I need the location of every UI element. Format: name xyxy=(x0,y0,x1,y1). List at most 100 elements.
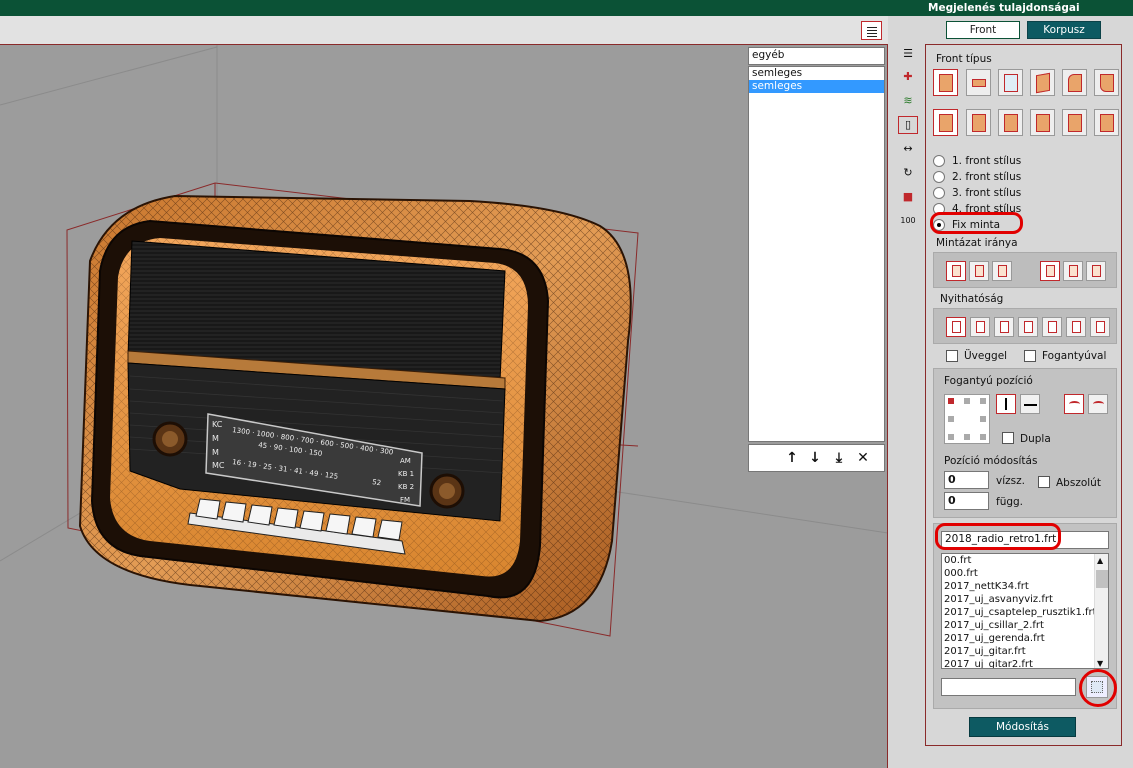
openability-group xyxy=(933,308,1117,344)
open-double[interactable] xyxy=(1018,317,1038,337)
front-type-curved[interactable] xyxy=(1062,69,1087,96)
material-list-header[interactable]: egyéb xyxy=(748,47,885,65)
width-icon[interactable]: ↔ xyxy=(898,140,918,158)
front-type-plain[interactable] xyxy=(933,69,958,96)
list-item[interactable]: 2017_uj_asvanyviz.frt xyxy=(942,593,1108,606)
layers-icon[interactable]: ≋ xyxy=(898,92,918,110)
list-item[interactable]: 2017_nettK34.frt xyxy=(942,580,1108,593)
pattern-direction-group xyxy=(933,252,1117,288)
handle-horizontal-icon[interactable] xyxy=(1020,394,1040,414)
list-item[interactable]: 2017_uj_gitar.frt xyxy=(942,645,1108,658)
open-left[interactable] xyxy=(970,317,990,337)
handle-checkbox[interactable] xyxy=(1024,350,1036,362)
scrollbar-thumb[interactable] xyxy=(1096,570,1108,588)
list-item[interactable]: 2017_uj_csaptelep_rusztik1.frt xyxy=(942,606,1108,619)
tree-list-icon[interactable]: ☰ xyxy=(898,45,918,63)
rotate-icon[interactable]: ↻ xyxy=(898,164,918,182)
handle-vertical-icon[interactable] xyxy=(996,394,1016,414)
absolute-label: Abszolút xyxy=(1056,477,1101,489)
list-item[interactable]: 2017_uj_gerenda.frt xyxy=(942,632,1108,645)
list-item[interactable]: 2017_uj_csillar_2.frt xyxy=(942,619,1108,632)
list-item[interactable]: semleges xyxy=(749,67,884,80)
move-bottom-icon[interactable]: ⤓ xyxy=(829,449,849,467)
position-edit-label: Pozíció módosítás xyxy=(944,455,1038,467)
window-title: Megjelenés tulajdonságai xyxy=(928,2,1080,14)
list-item[interactable]: 000.frt xyxy=(942,567,1108,580)
list-buttons: ↑ ↓ ⤓ ✕ xyxy=(748,444,885,472)
list-item[interactable]: 00.frt xyxy=(942,554,1108,567)
list-menu-icon[interactable] xyxy=(861,21,882,40)
move-down-icon[interactable]: ↓ xyxy=(805,449,825,467)
vertical-offset-input[interactable]: 0 xyxy=(944,492,989,510)
open-flap[interactable] xyxy=(994,317,1014,337)
tab-front[interactable]: Front xyxy=(946,21,1020,39)
pattern-dir-f[interactable] xyxy=(1086,261,1106,281)
openability-label: Nyithatóság xyxy=(940,293,1004,305)
scroll-down-icon[interactable]: ▼ xyxy=(1097,659,1103,668)
file-filter-input[interactable] xyxy=(941,678,1076,696)
door-icon[interactable]: ▯ xyxy=(898,116,918,134)
move-up-icon[interactable]: ↑ xyxy=(782,449,802,467)
handle-position-grid[interactable] xyxy=(944,394,990,444)
list-item[interactable]: 2017_uj_gitar2.frt xyxy=(942,658,1108,668)
dial-right-label-3: FM xyxy=(400,496,410,504)
absolute-checkbox[interactable] xyxy=(1038,476,1050,488)
handle-curve-icon-2[interactable] xyxy=(1088,394,1108,414)
open-type-1[interactable] xyxy=(966,109,991,136)
open-type-5[interactable] xyxy=(1094,109,1119,136)
open-multi[interactable] xyxy=(1066,317,1086,337)
highlight-ring xyxy=(935,523,1061,550)
scale-100-icon[interactable]: 100 xyxy=(898,212,918,230)
radio-front-style-1[interactable] xyxy=(933,155,945,167)
open-fixed[interactable] xyxy=(946,317,966,337)
add-icon[interactable]: ✚ xyxy=(898,68,918,86)
front-type-corner[interactable] xyxy=(1094,69,1119,96)
dial-right-label-2: KB 2 xyxy=(398,483,414,491)
scrollbar[interactable]: ▲ ▼ xyxy=(1094,554,1108,668)
panel-icon[interactable]: ■ xyxy=(898,188,918,206)
scroll-up-icon[interactable]: ▲ xyxy=(1097,556,1103,565)
glass-label: Üveggel xyxy=(964,350,1008,362)
radio-front-style-3[interactable] xyxy=(933,187,945,199)
pattern-dir-e[interactable] xyxy=(1063,261,1083,281)
front-type-angled[interactable] xyxy=(1030,69,1055,96)
highlight-ring xyxy=(930,212,1023,234)
open-type-2[interactable] xyxy=(998,109,1023,136)
material-list-panel: egyéb semleges semleges ↑ ↓ ⤓ ✕ xyxy=(748,47,885,472)
list-item-selected[interactable]: semleges xyxy=(749,80,884,93)
glass-checkbox[interactable] xyxy=(946,350,958,362)
material-list[interactable]: semleges semleges xyxy=(748,66,885,442)
front-type-label: Front típus xyxy=(936,53,992,65)
open-type-3[interactable] xyxy=(1030,109,1055,136)
band-label-0: KC xyxy=(212,420,223,429)
file-list[interactable]: 00.frt 000.frt 2017_nettK34.frt 2017_uj_… xyxy=(941,553,1109,669)
open-drawer[interactable] xyxy=(1090,317,1110,337)
double-checkbox[interactable] xyxy=(1002,432,1014,444)
pattern-dir-d[interactable] xyxy=(1040,261,1060,281)
radio-front-style-2[interactable] xyxy=(933,171,945,183)
horizontal-label: vízsz. xyxy=(996,475,1025,487)
open-fold[interactable] xyxy=(1042,317,1062,337)
band-label-2: M xyxy=(212,448,219,457)
pattern-dir-a[interactable] xyxy=(946,261,966,281)
handle-label: Fogantyúval xyxy=(1042,350,1107,362)
band-label-1: M xyxy=(212,434,219,443)
radio-label: 2. front stílus xyxy=(952,171,1022,183)
pattern-dir-c[interactable] xyxy=(992,261,1012,281)
front-type-drawer[interactable] xyxy=(966,69,991,96)
pattern-direction-label: Mintázat iránya xyxy=(936,237,1018,249)
title-bar: Megjelenés tulajdonságai xyxy=(0,0,1133,16)
double-label: Dupla xyxy=(1020,433,1051,445)
front-type-glass[interactable] xyxy=(998,69,1023,96)
modify-button[interactable]: Módosítás xyxy=(969,717,1076,737)
close-icon[interactable]: ✕ xyxy=(853,449,873,467)
open-type-4[interactable] xyxy=(1062,109,1087,136)
pattern-dir-b[interactable] xyxy=(969,261,989,281)
highlight-ring xyxy=(1079,669,1117,707)
handle-curve-icon-1[interactable] xyxy=(1064,394,1084,414)
tab-korpusz[interactable]: Korpusz xyxy=(1027,21,1101,39)
dial-scale-bot: 52 xyxy=(372,478,382,487)
open-type-none[interactable] xyxy=(933,109,958,136)
viewport-toolbar xyxy=(0,16,888,44)
horizontal-offset-input[interactable]: 0 xyxy=(944,471,989,489)
